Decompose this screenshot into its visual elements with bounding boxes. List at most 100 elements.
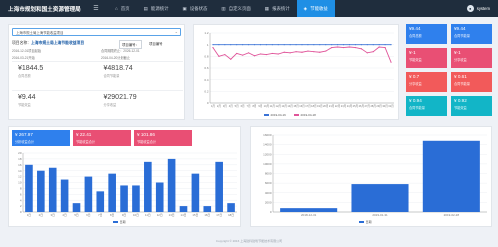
kpi-caption: 分享收益 <box>409 82 422 86</box>
project-code: 项目编号 <box>149 42 163 46</box>
y-tick-label: 8000 <box>265 172 272 176</box>
data-point <box>378 44 380 46</box>
bar <box>351 184 409 212</box>
nav-label: 自定义页面 <box>228 5 251 11</box>
legend-swatch <box>113 221 118 223</box>
data-point <box>307 50 309 52</box>
data-point <box>360 48 362 50</box>
nav-item-4[interactable]: ▥ 自定义页面 <box>214 0 257 17</box>
menu-toggle-icon[interactable]: ☰ <box>90 5 102 12</box>
project-start-date: 2016-12-01项目起始 <box>12 49 42 53</box>
nav-label: 设备状态 <box>189 5 208 11</box>
bar <box>25 164 33 212</box>
nav-item-5[interactable]: ▦ 报表统计 <box>258 0 297 17</box>
kpi-tile[interactable]: ¥-1 节能效益 <box>406 48 447 68</box>
kpi-tile[interactable]: ¥ 0.92 节能效益 <box>451 96 492 116</box>
kpi-tile[interactable]: ¥-1 分享收益 <box>451 48 492 68</box>
kpi-tile[interactable]: ¥9.44 合同总额 <box>406 24 447 44</box>
data-point <box>289 44 291 46</box>
data-point <box>354 46 357 49</box>
bar <box>96 191 105 212</box>
nav-item-2[interactable]: ▤ 能源统计 <box>137 0 176 17</box>
nav-item-1[interactable]: ⌂ 首页 <box>108 0 137 17</box>
x-tick-label: 17日 <box>216 213 222 217</box>
kpi-tile[interactable]: ¥9.44 合同节能量 <box>451 24 492 44</box>
data-point <box>242 44 244 46</box>
leaf-icon: ◈ <box>303 5 308 11</box>
bar <box>60 179 69 212</box>
data-point <box>384 44 386 46</box>
x-tick-label: 6日 <box>86 213 91 217</box>
kpi-tiles: ¥9.44 合同总额 ¥9.44 合同节能量 ¥-1 节能效益 ¥-1 分享收益 ¥ 0.7 分享… <box>406 24 492 120</box>
bar <box>132 185 140 212</box>
x-tick-label: 7日 <box>98 213 103 217</box>
kpi-tile[interactable]: ¥ 0.7 分享收益 <box>406 72 447 92</box>
x-tick-label: 5日 <box>74 213 79 217</box>
data-point <box>331 46 333 49</box>
y-tick-label: 4 <box>20 198 22 202</box>
app-title: 上海市规划和国土资源管理局 <box>8 6 81 13</box>
y-tick-label: 6000 <box>265 181 272 185</box>
monthly-bar-panel: 0 2000 4000 6000 8000 10000 12000 14000 16000 201… <box>250 126 492 227</box>
data-point <box>337 44 339 46</box>
y-tick-label: 12 <box>18 175 22 179</box>
data-point <box>366 44 368 46</box>
kpi-caption: 合同节能量 <box>454 82 470 86</box>
legend-swatch <box>359 221 364 223</box>
data-point <box>283 51 285 53</box>
x-tick-label: 5月 <box>235 104 239 108</box>
legend-swatch <box>294 114 299 116</box>
x-tick-label: 4月 <box>229 104 233 108</box>
y-tick-label: 0 <box>207 101 209 105</box>
x-tick-label: 9月 <box>258 104 262 108</box>
x-tick-label: 4日 <box>62 213 67 217</box>
nav-item-3[interactable]: ▣ 设备状态 <box>176 0 215 17</box>
legend-label: 2019-04-16 <box>271 113 287 117</box>
stat-caption: 合同节能量 <box>103 74 120 78</box>
y-tick-label: 1.2 <box>204 31 209 35</box>
data-point <box>390 61 392 63</box>
data-point <box>325 50 327 52</box>
daily-bar-chart: 0 2 4 68 10 12 14 16 18 20 1日 2日 3日 4日 5日 6日 7日 8日 9日 10日 11… <box>18 151 237 224</box>
legend-label: 日期 <box>120 219 126 224</box>
legend-label: 2019-04-18 <box>301 113 317 117</box>
data-point <box>325 44 327 46</box>
nav-label: 首页 <box>120 5 130 11</box>
data-point <box>378 46 380 48</box>
x-tick-label: 8月 <box>252 104 256 108</box>
kpi-caption: 合同节能量 <box>409 106 425 110</box>
stat-shared-income: ¥29021.79 分享收益 <box>98 91 184 119</box>
kpi-value: ¥9.44 <box>409 26 421 31</box>
data-point <box>390 44 392 46</box>
x-tick-label: 2日 <box>39 213 44 217</box>
chevron-down-icon[interactable]: ⌄ <box>175 29 178 35</box>
user-menu[interactable]: ● system <box>466 0 490 17</box>
data-point <box>301 44 303 46</box>
y-tick-label: 2 <box>20 204 22 208</box>
data-point <box>247 52 250 54</box>
plan-end-date: 2016-04-20计划截止 <box>101 56 131 60</box>
home-icon: ⌂ <box>115 6 118 11</box>
y-tick-label: 14 <box>18 169 22 173</box>
x-tick-label: 7月 <box>247 104 251 108</box>
data-point <box>236 52 238 55</box>
data-point <box>384 46 386 49</box>
stat-saving-benefit: ¥9.44 节能效益 <box>12 91 98 119</box>
kpi-tile[interactable]: ¥ 0.94 合同节能量 <box>406 96 447 116</box>
nav-item-6[interactable]: ◈ 节能收益 <box>296 0 335 17</box>
data-point <box>218 55 220 57</box>
x-tick-label: 18日 <box>228 213 234 217</box>
kpi-caption: 节能效益 <box>454 106 467 110</box>
kpi-caption: 合同总额 <box>409 34 422 38</box>
kpi-tile[interactable]: ¥ 0.61 合同节能量 <box>451 72 492 92</box>
data-point <box>283 44 285 46</box>
project-select[interactable]: ⌄ <box>12 28 181 36</box>
y-tick-label: 10 <box>18 181 22 185</box>
y-tick-label: 0.4 <box>204 78 209 82</box>
bar <box>422 140 480 212</box>
project-search-input[interactable] <box>13 29 168 35</box>
y-tick-label: 6 <box>20 192 22 196</box>
y-tick-label: 0.6 <box>204 66 209 70</box>
x-tick-label: 10日 <box>133 213 139 217</box>
top-nav-bar: 上海市规划和国土资源管理局 ☰ ⌂ 首页 ▤ 能源统计 ▣ 设备状态 ▥ 自定义页面 ▦ 报表统计… <box>0 0 498 17</box>
